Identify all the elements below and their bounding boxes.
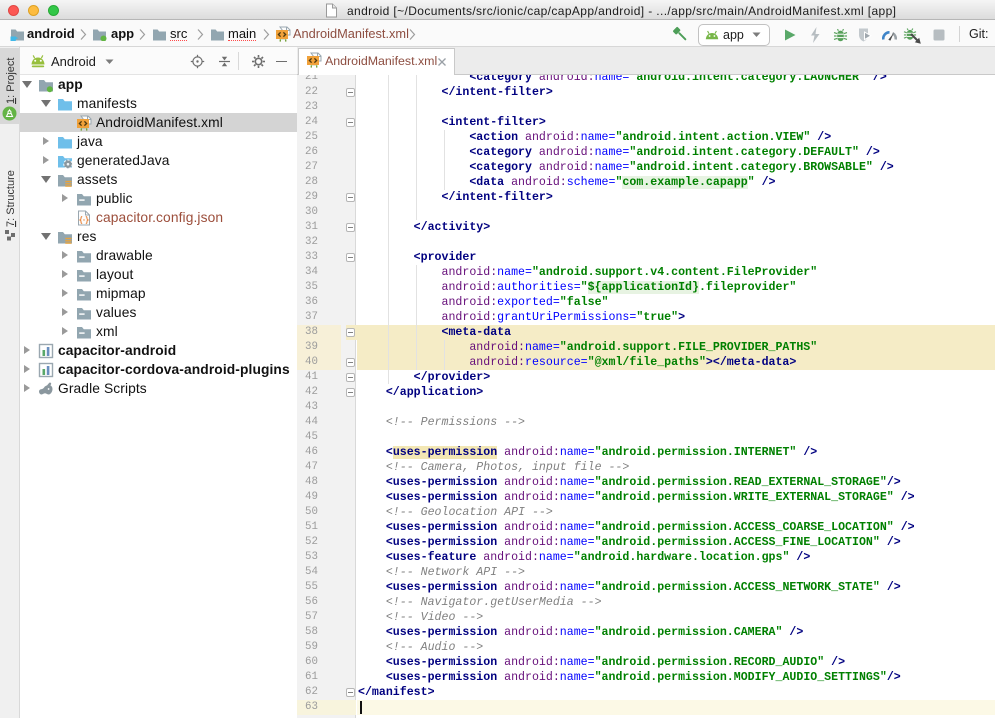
svg-text:7: Structure: 7: Structure: [5, 170, 17, 227]
svg-text:1: Project: 1: Project: [5, 58, 17, 104]
